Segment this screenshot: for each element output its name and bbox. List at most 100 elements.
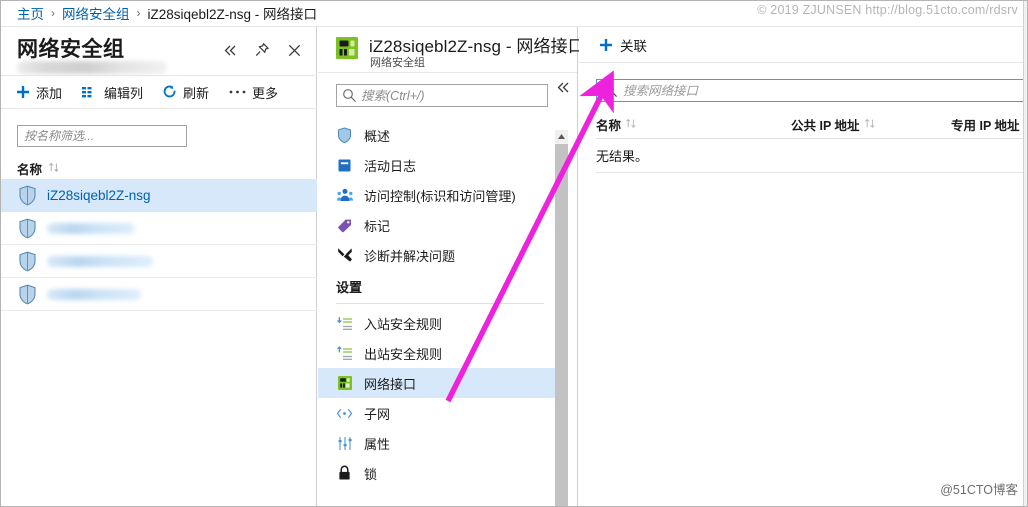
nsg-detail-menu: 概述 活动日志 访问控制(标识和访问管理) 标记 诊断并解决问题 设置 入站安全… [318,120,560,488]
breadcrumb-separator-2: › [136,6,141,20]
sidebar-label: 标记 [364,218,391,234]
associate-button[interactable]: 关联 [599,35,647,55]
sidebar-item-access-control[interactable]: 访问控制(标识和访问管理) [318,180,560,210]
chevron-double-left-icon[interactable] [216,37,244,63]
add-button[interactable]: 添加 [16,83,62,102]
inbound-rules-icon [336,315,353,332]
breadcrumb-current: iZ28siqebl2Z-nsg - 网络接口 [147,7,318,22]
window-right-edge [1023,0,1028,507]
sidebar-label: 诊断并解决问题 [364,248,456,264]
blade-window-actions [216,37,308,63]
nic-search-input[interactable] [596,79,1028,102]
column-public-ip-label: 公共 IP 地址 [791,119,860,133]
network-interfaces-toolbar: 关联 [579,27,1028,63]
search-icon [342,88,357,106]
outbound-rules-icon [336,345,353,362]
shield-icon [18,284,37,305]
sidebar-label: 入站安全规则 [364,316,443,332]
sidebar-label: 出站安全规则 [364,346,443,362]
breadcrumb-section[interactable]: 网络安全组 [62,3,130,23]
sidebar-item-tags[interactable]: 标记 [318,210,560,240]
add-button-label: 添加 [36,85,63,101]
nsg-name-blurred [47,288,141,300]
detail-menu-scrollbar[interactable] [555,130,568,507]
edit-columns-label: 编辑列 [104,85,144,101]
scroll-up-icon[interactable] [555,130,568,143]
sidebar-label: 活动日志 [364,158,417,174]
nsg-name: iZ28siqebl2Z-nsg [47,187,151,203]
menu-group-settings: 设置 [336,280,363,295]
diagnose-icon [336,247,353,264]
more-label: 更多 [252,85,279,101]
chevron-double-left-icon[interactable] [556,81,571,97]
shield-overview-icon [336,127,353,144]
edit-columns-button[interactable]: 编辑列 [82,83,143,102]
menu-divider [336,303,544,304]
refresh-button[interactable]: 刷新 [163,83,209,102]
column-public-ip[interactable]: 公共 IP 地址 [791,115,951,134]
nsg-detail-subtitle: 网络安全组 [370,57,425,69]
watermark-top: © 2019 ZJUNSEN http://blog.51cto.com/rds… [757,3,1018,17]
ellipsis-icon [229,89,246,95]
sidebar-item-diagnose[interactable]: 诊断并解决问题 [318,240,560,270]
nsg-name-blurred [47,222,135,234]
plus-icon [16,85,30,99]
network-interfaces-blade: 关联 名称 [579,27,1028,507]
column-name-label: 名称 [596,119,622,133]
sidebar-item-properties[interactable]: 属性 [318,428,560,458]
pin-icon[interactable] [248,37,276,63]
filter-input-wrapper [17,125,187,147]
network-interface-icon [336,375,353,392]
column-name[interactable]: 名称 [596,115,791,134]
sidebar-item-outbound-rules[interactable]: 出站安全规则 [318,338,560,368]
sidebar-item-activity-log[interactable]: 活动日志 [318,150,560,180]
watermark-bottom: @51CTO博客 [940,483,1018,497]
column-private-ip[interactable]: 专用 IP 地址 [951,115,1020,134]
page-title: 网络安全组 [17,38,125,61]
empty-text: 无结果。 [596,149,649,164]
column-name-label: 名称 [17,163,43,177]
nsg-detail-header: iZ28siqebl2Z-nsg - 网络接口 网络安全组 [318,27,585,73]
nsg-list-header: 网络安全组 [0,27,316,75]
sidebar-item-overview[interactable]: 概述 [318,120,560,150]
nsg-list: iZ28siqebl2Z-nsg [0,179,317,311]
associate-button-label: 关联 [620,38,647,54]
sort-arrows-icon[interactable] [48,162,60,176]
scrollbar-thumb[interactable] [555,144,568,507]
sidebar-label: 锁 [364,466,378,482]
plus-icon [599,38,613,52]
activity-log-icon [336,157,353,174]
sidebar-item-subnets[interactable]: 子网 [318,398,560,428]
sidebar-label: 概述 [364,128,391,144]
close-icon[interactable] [280,37,308,63]
azure-portal-screen: 主页 › 网络安全组 › iZ28siqebl2Z-nsg - 网络接口 © 2… [0,0,1028,507]
properties-icon [336,435,353,452]
detail-search-input[interactable] [336,84,548,107]
sidebar-label: 属性 [364,436,391,452]
breadcrumb-home[interactable]: 主页 [17,3,44,23]
nsg-list-toolbar: 添加 编辑列 刷新 更多 [0,76,317,109]
nsg-list-blade: 网络安全组 添加 编辑列 刷新 更多 按名称筛选... 名称 iZ28siqeb… [0,27,317,507]
detail-search-wrapper [336,84,548,107]
sidebar-label: 子网 [364,406,391,422]
lock-icon [336,465,353,482]
nsg-resource-icon [333,34,361,62]
column-private-ip-label: 专用 IP 地址 [951,119,1020,133]
nsg-list-item-selected[interactable]: iZ28siqebl2Z-nsg [0,179,317,212]
sidebar-item-locks[interactable]: 锁 [318,458,560,488]
nsg-list-item[interactable] [0,245,317,278]
nic-empty-row: 无结果。 [596,139,1028,173]
refresh-icon [163,85,177,100]
more-button[interactable]: 更多 [229,83,278,102]
sort-arrows-icon[interactable] [864,118,876,132]
nsg-list-item[interactable] [0,212,317,245]
filter-input[interactable] [17,125,187,147]
nsg-list-column-header: 名称 [17,159,60,178]
shield-icon [18,251,37,272]
sort-arrows-icon[interactable] [625,118,637,132]
sidebar-item-network-interfaces[interactable]: 网络接口 [318,368,560,398]
breadcrumb-separator-1: › [51,6,55,20]
sidebar-item-inbound-rules[interactable]: 入站安全规则 [318,308,560,338]
nsg-list-item[interactable] [0,278,317,311]
shield-icon [18,185,37,206]
